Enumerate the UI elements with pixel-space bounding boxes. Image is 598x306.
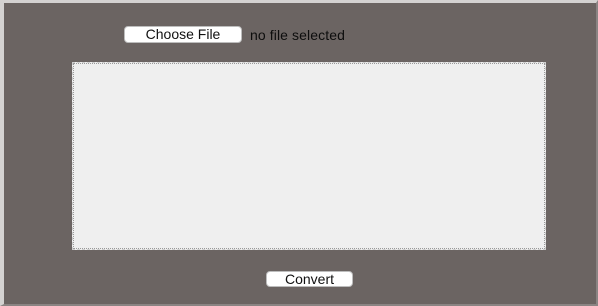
convert-button[interactable]: Convert — [266, 271, 353, 287]
preview-area[interactable] — [72, 62, 546, 250]
choose-file-button[interactable]: Choose File — [124, 26, 242, 43]
app-panel: Choose File no file selected Convert — [0, 0, 598, 306]
file-input: Choose File no file selected — [124, 26, 345, 43]
file-status-text: no file selected — [250, 26, 345, 43]
